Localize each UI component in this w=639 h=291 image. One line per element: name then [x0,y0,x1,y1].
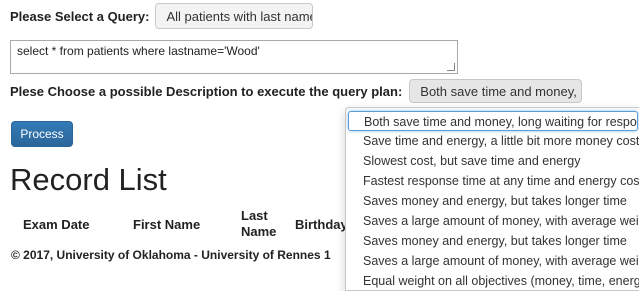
plan-select-value: Both save time and money, lo [420,83,583,99]
column-header-first-name[interactable]: First Name [133,217,200,232]
query-select[interactable]: All patients with last name of ▼ [155,3,314,29]
plan-option[interactable]: Saves money and energy, but takes longer… [348,231,639,251]
plan-option[interactable]: Both save time and money, long waiting f… [348,111,638,131]
sql-query-text: select * from patients where lastname='W… [17,44,260,58]
plan-option[interactable]: Saves a large amount of money, with aver… [348,251,639,271]
column-header-birthday[interactable]: Birthday [295,217,348,232]
record-table-header: Exam Date First Name Last Name Birthday [0,207,348,243]
query-select-value: All patients with last name of [166,8,312,24]
column-header-exam-date[interactable]: Exam Date [23,217,89,232]
process-button[interactable]: Process [11,121,73,147]
plan-dropdown-menu: Both save time and money, long waiting f… [345,107,639,291]
plan-option[interactable]: Saves money and energy, but takes longer… [348,191,639,211]
sql-query-textarea[interactable]: select * from patients where lastname='W… [10,40,458,74]
plan-select-row: Plese Choose a possible Description to e… [10,79,583,103]
query-select-row: Please Select a Query: All patients with… [10,3,314,29]
plan-select-label: Plese Choose a possible Description to e… [10,83,403,99]
plan-option[interactable]: Saves a large amount of money, with aver… [348,211,639,231]
record-list-title: Record List [10,162,167,197]
plan-option[interactable]: Equal weight on all objectives (money, t… [348,271,639,290]
plan-option[interactable]: Slowest cost, but save time and energy [348,151,639,171]
footer-copyright: © 2017, University of Oklahoma - Univers… [11,248,331,262]
plan-option[interactable]: Fastest response time at any time and en… [348,171,639,191]
query-select-label: Please Select a Query: [10,8,150,24]
page: Please Select a Query: All patients with… [0,0,639,291]
resize-grip-icon[interactable] [447,63,455,71]
plan-select[interactable]: Both save time and money, lo ▼ [409,79,583,103]
plan-option[interactable]: Save time and energy, a little bit more … [348,131,639,151]
column-header-last-name[interactable]: Last Name [241,208,281,240]
